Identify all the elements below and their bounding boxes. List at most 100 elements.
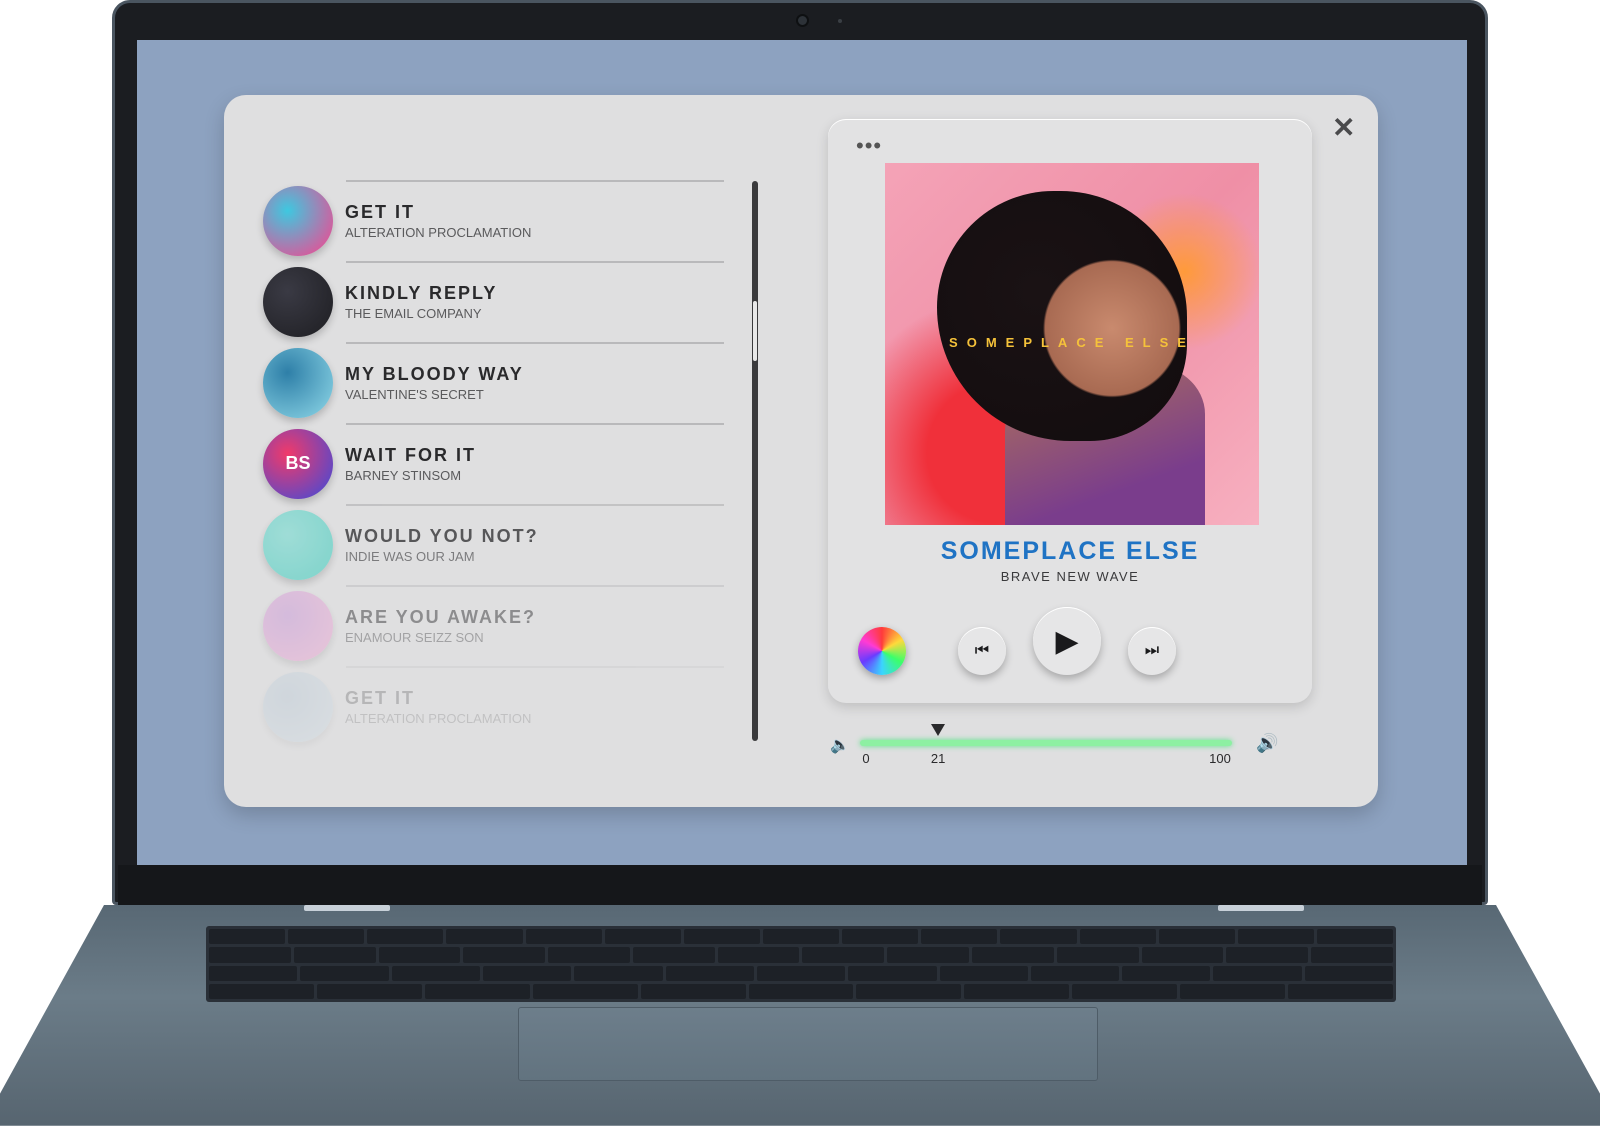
keyboard-key (972, 947, 1054, 963)
music-app-window: GET IT ALTERATION PROCLAMATION KINDLY REPL… (224, 95, 1378, 807)
volume-low-icon[interactable]: 🔈 (830, 735, 850, 755)
track-divider (346, 423, 724, 425)
track-album-art (263, 266, 333, 337)
track-list: GET IT ALTERATION PROCLAMATION KINDLY REPL… (263, 180, 724, 747)
track-album-art (263, 671, 333, 742)
keyboard-key (548, 947, 630, 963)
keyboard-key (316, 983, 422, 999)
keyboard-key (856, 983, 962, 999)
keyboard-key (1316, 929, 1394, 945)
track-text: GET IT ALTERATION PROCLAMATION (345, 688, 531, 726)
keyboard-key (532, 983, 638, 999)
scroll-thumb[interactable] (753, 301, 757, 361)
keyboard-key (939, 965, 1028, 981)
keyboard-key (482, 965, 572, 981)
track-item[interactable]: KINDLY REPLY THE EMAIL COMPANY (263, 261, 724, 342)
track-title: WOULD YOU NOT? (345, 525, 539, 546)
keyboard-key (762, 929, 840, 945)
track-item[interactable]: BS WAIT FOR IT BARNEY STINSOM (263, 423, 724, 504)
keyboard-key (1304, 965, 1394, 981)
track-title: GET IT (345, 201, 415, 222)
track-album-art: BS (263, 428, 333, 499)
volume-max-label: 100 (1209, 751, 1231, 766)
track-artist: BARNEY STINSOM (345, 467, 462, 483)
keyboard-key (1158, 929, 1235, 945)
track-title: MY BLOODY WAY (345, 363, 524, 384)
track-item[interactable]: MY BLOODY WAY VALENTINE'S SECRET (263, 342, 724, 423)
webcam-led (838, 19, 842, 23)
rewind-icon: ⏮ (974, 642, 990, 659)
song-title: SOMEPLACE ELSE (940, 537, 1200, 565)
keyboard-key (209, 929, 286, 945)
keyboard-key (1056, 947, 1139, 963)
keyboard-key (921, 929, 998, 945)
track-divider (346, 342, 724, 344)
scrollbar[interactable] (752, 181, 758, 741)
keyboard-key (756, 965, 846, 981)
track-artist: ALTERATION PROCLAMATION (345, 710, 532, 726)
track-divider (346, 585, 724, 587)
color-wheel-icon[interactable] (858, 627, 906, 675)
hinge-left (304, 905, 390, 911)
previous-button[interactable]: ⏮ (958, 627, 1006, 675)
track-divider (346, 261, 724, 263)
keyboard-key (1079, 929, 1156, 945)
keyboard-key (1141, 947, 1224, 963)
keyboard-key (1311, 947, 1393, 963)
track-album-art (263, 347, 333, 418)
fast-forward-icon: ⏭ (1144, 642, 1160, 659)
track-divider (346, 666, 724, 668)
track-item[interactable]: GET IT ALTERATION PROCLAMATION (263, 180, 724, 261)
keyboard-key (665, 965, 754, 981)
bezel-bottom (118, 865, 1482, 905)
track-item[interactable]: GET IT ALTERATION PROCLAMATION (263, 666, 724, 747)
track-text: GET IT ALTERATION PROCLAMATION (345, 202, 531, 240)
track-item[interactable]: WOULD YOU NOT? INDIE WAS OUR JAM (263, 504, 724, 585)
track-title: ARE YOU AWAKE? (345, 606, 537, 627)
track-title: GET IT (345, 687, 415, 708)
keyboard (206, 926, 1396, 1002)
track-text: WOULD YOU NOT? INDIE WAS OUR JAM (345, 526, 539, 564)
keyboard-key (1213, 965, 1302, 981)
volume-control: 🔈 0 21 100 🔊 (830, 721, 1300, 771)
keyboard-key (964, 983, 1070, 999)
song-artist: BRAVE NEW WAVE (1000, 569, 1140, 584)
cover-text: SOMEPLACE ELSE (949, 335, 1195, 350)
track-title: WAIT FOR IT (345, 444, 476, 465)
track-text: ARE YOU AWAKE? ENAMOUR SEIZZ SON (345, 607, 536, 645)
next-button[interactable]: ⏭ (1128, 627, 1176, 675)
more-options-icon[interactable]: ••• (856, 133, 882, 159)
volume-slider-thumb[interactable] (931, 724, 946, 736)
play-icon: ▶ (1055, 624, 1079, 658)
volume-high-icon[interactable]: 🔊 (1256, 733, 1278, 754)
track-artist: INDIE WAS OUR JAM (345, 548, 475, 564)
keyboard-key (887, 947, 970, 963)
play-button[interactable]: ▶ (1033, 607, 1101, 675)
playback-controls: ⏮ ▶ ⏭ (828, 607, 1312, 677)
keyboard-key (1030, 965, 1120, 981)
keyboard-key (463, 947, 546, 963)
keyboard-key (525, 929, 602, 945)
track-album-art (263, 185, 333, 256)
track-divider (346, 504, 724, 506)
hinge-right (1218, 905, 1304, 911)
keyboard-key (1180, 983, 1286, 999)
keyboard-key (288, 929, 365, 945)
track-text: MY BLOODY WAY VALENTINE'S SECRET (345, 364, 524, 402)
keyboard-key (209, 983, 314, 999)
keyboard-key (604, 929, 681, 945)
close-icon[interactable]: ✕ (1332, 111, 1355, 144)
keyboard-key (632, 947, 715, 963)
keyboard-key (209, 965, 298, 981)
keyboard-key (446, 929, 523, 945)
keyboard-key (748, 983, 854, 999)
keyboard-key (574, 965, 663, 981)
webcam (796, 14, 809, 27)
keyboard-key (717, 947, 800, 963)
track-item[interactable]: ARE YOU AWAKE? ENAMOUR SEIZZ SON (263, 585, 724, 666)
track-title: KINDLY REPLY (345, 282, 498, 303)
track-artist: THE EMAIL COMPANY (345, 305, 482, 321)
track-artist: ALTERATION PROCLAMATION (345, 224, 532, 240)
volume-slider[interactable] (860, 740, 1232, 746)
keyboard-key (1237, 929, 1314, 945)
